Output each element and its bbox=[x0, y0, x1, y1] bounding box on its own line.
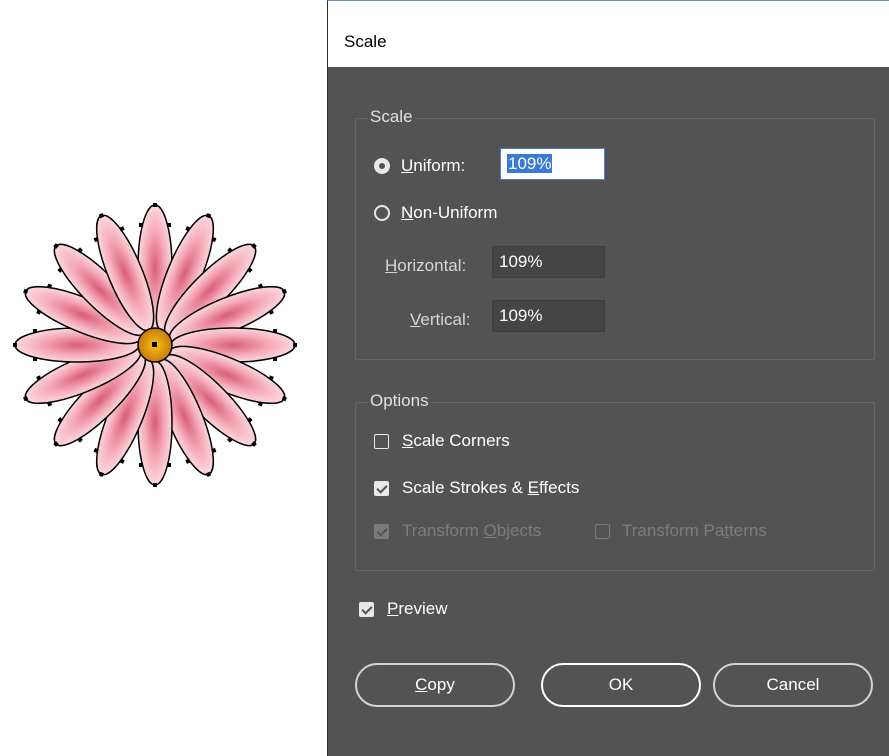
anchor-point bbox=[273, 357, 277, 361]
horizontal-label: Horizontal: bbox=[385, 256, 467, 275]
anchor-point bbox=[33, 357, 37, 361]
transform-objects-checkbox bbox=[374, 524, 389, 539]
transform-objects-label: Transform Objects bbox=[402, 521, 542, 540]
artboard-canvas bbox=[0, 0, 327, 755]
uniform-label[interactable]: Uniform: bbox=[401, 156, 465, 176]
preview-checkbox[interactable] bbox=[359, 602, 374, 617]
scale-group-label: Scale bbox=[368, 107, 415, 127]
anchor-point bbox=[139, 223, 143, 227]
anchor-point bbox=[167, 463, 171, 467]
anchor-point bbox=[33, 329, 37, 333]
scale-strokes-label[interactable]: Scale Strokes & Effects bbox=[402, 478, 579, 498]
uniform-input[interactable]: 109% bbox=[500, 148, 605, 180]
anchor-point bbox=[139, 463, 143, 467]
dialog-titlebar: Scale bbox=[328, 1, 889, 67]
non-uniform-label[interactable]: Non-Uniform bbox=[401, 203, 497, 223]
anchor-point bbox=[153, 203, 157, 207]
options-group-label: Options bbox=[368, 391, 431, 411]
scale-strokes-checkbox[interactable] bbox=[374, 481, 389, 496]
horizontal-input[interactable]: 109% bbox=[492, 246, 605, 278]
scale-dialog: Scale Scale Uniform: 109% Non-Uniform Ho… bbox=[327, 0, 889, 756]
anchor-point bbox=[153, 483, 157, 487]
cancel-button[interactable]: Cancel bbox=[713, 663, 873, 707]
scale-corners-label[interactable]: Scale Corners bbox=[402, 431, 510, 451]
uniform-radio[interactable] bbox=[374, 158, 390, 174]
ok-button[interactable]: OK bbox=[541, 663, 701, 707]
scale-corners-checkbox[interactable] bbox=[374, 434, 389, 449]
transform-patterns-checkbox bbox=[595, 524, 610, 539]
non-uniform-radio[interactable] bbox=[374, 205, 390, 221]
anchor-point bbox=[167, 223, 171, 227]
anchor-point bbox=[293, 343, 297, 347]
flower-artwork[interactable] bbox=[0, 200, 327, 500]
transform-patterns-label: Transform Patterns bbox=[622, 521, 767, 540]
preview-label[interactable]: Preview bbox=[387, 599, 447, 619]
anchor-point bbox=[13, 343, 17, 347]
anchor-point bbox=[273, 329, 277, 333]
vertical-label: Vertical: bbox=[410, 310, 471, 329]
copy-button[interactable]: Copy bbox=[355, 663, 515, 707]
vertical-input[interactable]: 109% bbox=[492, 300, 605, 332]
dialog-title: Scale bbox=[344, 32, 387, 51]
